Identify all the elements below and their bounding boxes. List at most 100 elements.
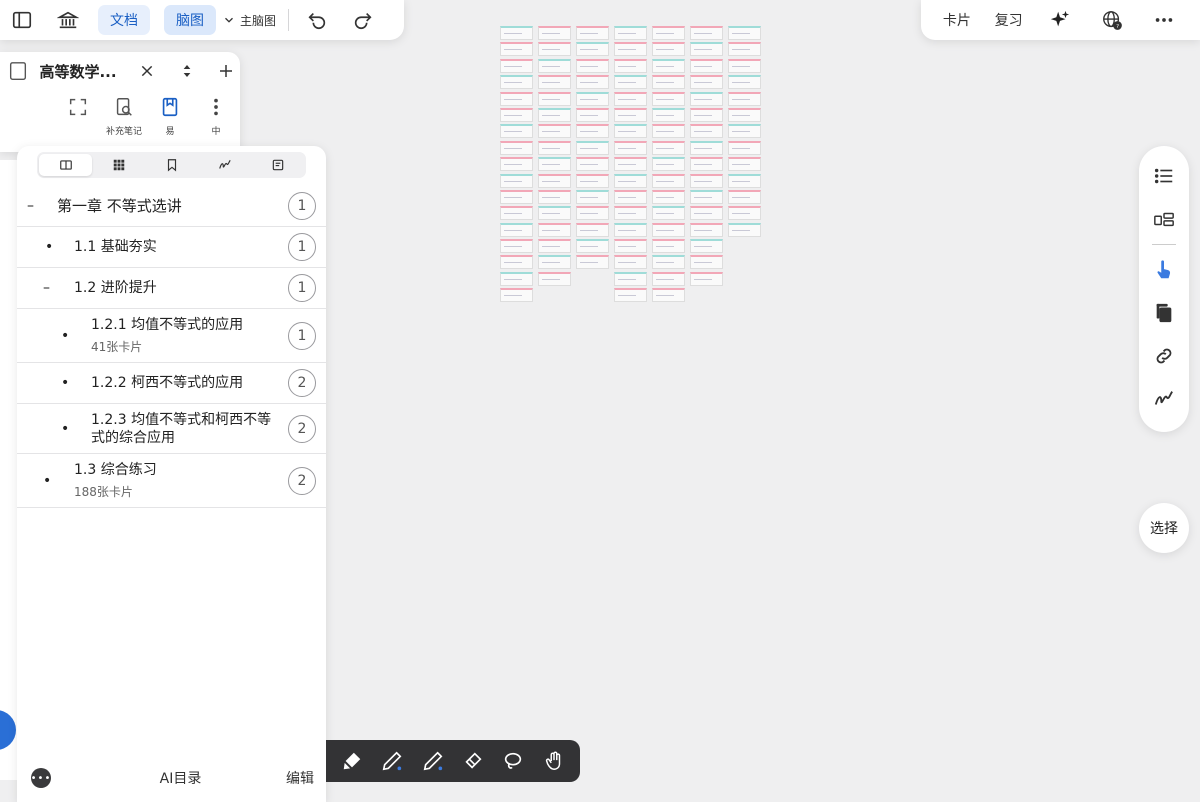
mindmap-card[interactable] (652, 75, 685, 90)
mindmap-card[interactable] (500, 239, 533, 254)
mindmap-card[interactable] (538, 140, 571, 155)
mindmap-card[interactable] (614, 271, 647, 286)
mindmap-card[interactable] (652, 271, 685, 286)
web-help-icon[interactable]: ? (1096, 4, 1128, 36)
mindmap-card[interactable] (614, 189, 647, 204)
mindmap-card[interactable] (614, 173, 647, 188)
mindmap-card[interactable] (538, 91, 571, 106)
mindmap-card[interactable] (614, 239, 647, 254)
outline-item[interactable]: – 第一章 不等式选讲 1 (17, 186, 326, 227)
mindmap-card[interactable] (690, 239, 723, 254)
mindmap-card[interactable] (652, 124, 685, 139)
mindmap-card[interactable] (728, 222, 761, 237)
mindmap-card[interactable] (538, 157, 571, 172)
edit-button[interactable]: 编辑 (286, 768, 314, 788)
mindmap-card[interactable] (690, 42, 723, 57)
pencil-icon[interactable] (419, 747, 447, 775)
pointer-hand-icon[interactable] (1146, 252, 1182, 288)
mindmap-card[interactable] (500, 42, 533, 57)
mindmap-card[interactable] (538, 124, 571, 139)
library-icon[interactable] (52, 4, 84, 36)
mindmap-card[interactable] (690, 189, 723, 204)
mindmap-card[interactable] (690, 157, 723, 172)
redo-icon[interactable] (347, 4, 379, 36)
mindmap-card[interactable] (576, 157, 609, 172)
mindmap-card[interactable] (500, 157, 533, 172)
mindmap-card[interactable] (500, 124, 533, 139)
ai-outline-button[interactable]: AI目录 (160, 768, 202, 788)
mindmap-canvas-cards[interactable] (500, 26, 765, 316)
mindmap-card[interactable] (538, 189, 571, 204)
mindmap-card[interactable] (614, 255, 647, 270)
mindmap-card[interactable] (500, 288, 533, 303)
easy-tool[interactable]: 易 (152, 96, 188, 137)
mindmap-card[interactable] (500, 26, 533, 40)
lasso-icon[interactable] (499, 747, 527, 775)
mindmap-card[interactable] (728, 173, 761, 188)
outline-item[interactable]: • 1.2.2 柯西不等式的应用 2 (17, 363, 326, 404)
collapse-marker[interactable]: – (43, 280, 50, 296)
outline-tab[interactable] (39, 154, 92, 176)
mindmap-card[interactable] (576, 140, 609, 155)
mindmap-card[interactable] (690, 107, 723, 122)
mindmap-card[interactable] (538, 239, 571, 254)
mindmap-card[interactable] (576, 173, 609, 188)
mindmap-card[interactable] (652, 239, 685, 254)
notes-tab[interactable] (251, 154, 304, 176)
notebook-tab[interactable]: 高等数学... (0, 52, 240, 90)
outline-item[interactable]: • 1.1 基础夯实 1 (17, 227, 326, 268)
ink-tab[interactable] (198, 154, 251, 176)
mindmap-card[interactable] (614, 91, 647, 106)
mindmap-card[interactable] (728, 75, 761, 90)
copy-icon[interactable] (1146, 295, 1182, 331)
mindmap-card[interactable] (538, 222, 571, 237)
mindmap-card[interactable] (576, 222, 609, 237)
mindmap-selector[interactable]: 主脑图 (222, 12, 276, 29)
mindmap-card[interactable] (500, 91, 533, 106)
mindmap-card[interactable] (652, 42, 685, 57)
mindmap-card[interactable] (690, 91, 723, 106)
bookmark-tab[interactable] (145, 154, 198, 176)
mindmap-card[interactable] (614, 157, 647, 172)
mindmap-card[interactable] (500, 271, 533, 286)
mindmap-card[interactable] (728, 124, 761, 139)
mindmap-card[interactable] (728, 206, 761, 221)
mindmap-card[interactable] (500, 222, 533, 237)
mindmap-card[interactable] (614, 75, 647, 90)
medium-tool[interactable]: 中 (198, 96, 234, 137)
mindmap-card[interactable] (652, 26, 685, 40)
mindmap-card[interactable] (652, 107, 685, 122)
mindmap-card[interactable] (576, 239, 609, 254)
cards-button[interactable]: 卡片 (941, 4, 973, 36)
outline-item[interactable]: • 1.3 综合练习 188张卡片 2 (17, 454, 326, 508)
mindmap-card[interactable] (614, 42, 647, 57)
mindmap-card[interactable] (690, 271, 723, 286)
mindmap-card[interactable] (576, 124, 609, 139)
undo-icon[interactable] (301, 4, 333, 36)
list-view-icon[interactable] (1146, 158, 1182, 194)
mindmap-card[interactable] (652, 157, 685, 172)
mindmap-card[interactable] (538, 255, 571, 270)
mindmap-card[interactable] (614, 222, 647, 237)
sort-updown-icon[interactable] (173, 57, 200, 85)
mindmap-card[interactable] (728, 42, 761, 57)
pen-icon[interactable] (378, 747, 406, 775)
mindmap-card[interactable] (728, 189, 761, 204)
mindmap-card[interactable] (690, 58, 723, 73)
mindmap-card[interactable] (728, 140, 761, 155)
mindmap-card[interactable] (728, 157, 761, 172)
mindmap-card[interactable] (652, 91, 685, 106)
mindmap-card[interactable] (500, 107, 533, 122)
mindmap-card[interactable] (538, 58, 571, 73)
mindmap-card[interactable] (652, 255, 685, 270)
mindmap-card[interactable] (576, 42, 609, 57)
mindmap-card[interactable] (652, 58, 685, 73)
eraser-icon[interactable] (459, 747, 487, 775)
mindmap-card[interactable] (614, 124, 647, 139)
outline-item[interactable]: • 1.2.1 均值不等式的应用 41张卡片 1 (17, 309, 326, 363)
mindmap-card[interactable] (500, 255, 533, 270)
mindmap-card[interactable] (690, 26, 723, 40)
mindmap-card[interactable] (614, 107, 647, 122)
mindmap-card[interactable] (500, 206, 533, 221)
layout-icon[interactable] (1146, 201, 1182, 237)
